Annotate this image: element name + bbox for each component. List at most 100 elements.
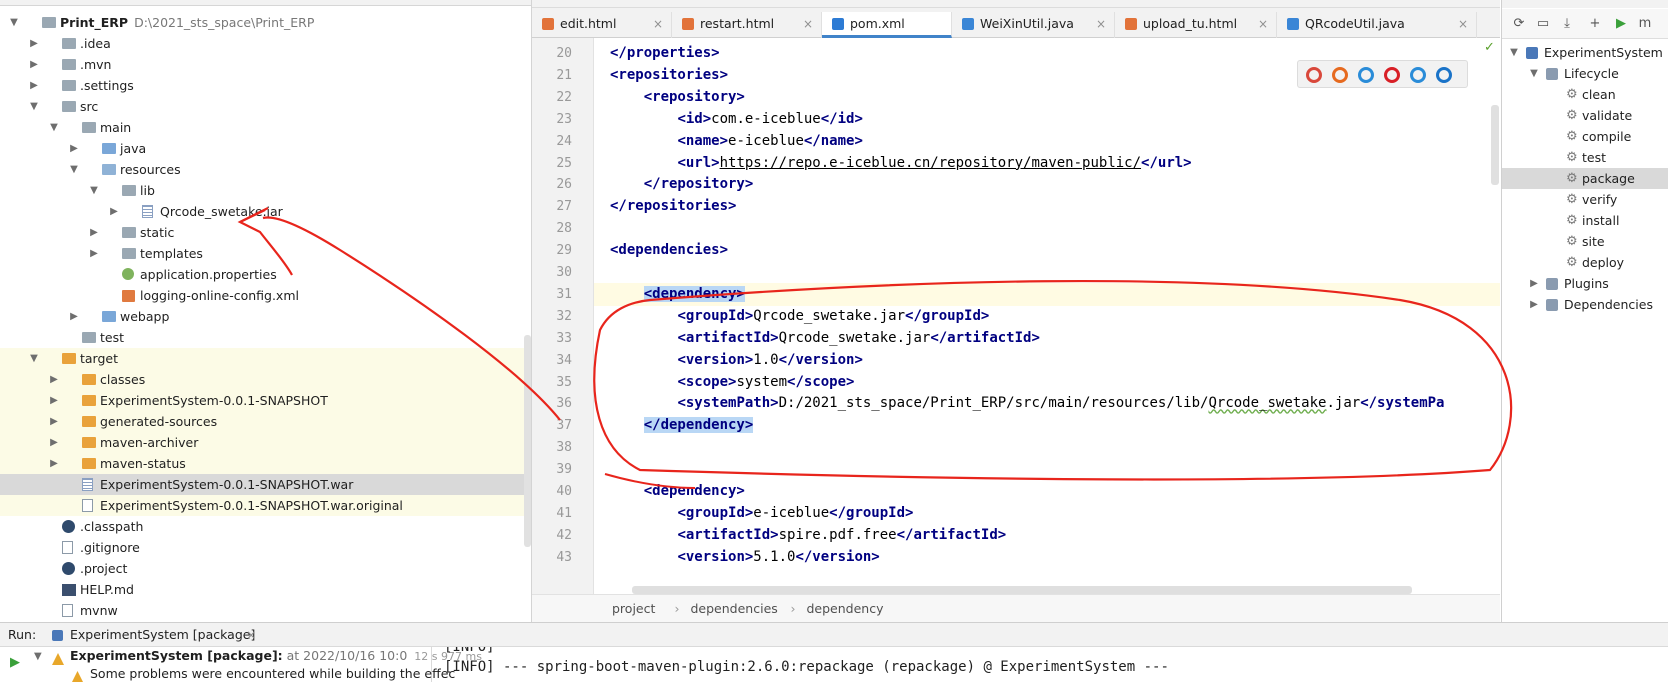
close-icon[interactable]: × [653,12,663,36]
tree-item[interactable]: logging-online-config.xml [0,285,531,306]
breadcrumb-item[interactable]: dependency [807,595,884,623]
tree-item[interactable]: ▶ classes [0,369,531,390]
tree-item[interactable]: ▶ static [0,222,531,243]
opera-icon[interactable] [1384,67,1400,83]
tree-item[interactable]: ▼ main [0,117,531,138]
maven-goal-compile[interactable]: ⚙ compile [1502,126,1668,147]
chevron-down-icon[interactable]: ▼ [28,348,40,369]
chevron-right-icon[interactable]: ▶ [48,411,60,432]
editor-vertical-scrollbar[interactable] [1491,105,1499,185]
tree-item[interactable]: ▶ ExperimentSystem-0.0.1-SNAPSHOT [0,390,531,411]
code-line[interactable] [594,217,1500,240]
tree-item[interactable]: ▶ .idea [0,33,531,54]
code-line[interactable]: </repositories> [594,195,1500,218]
chevron-right-icon[interactable]: ▶ [28,54,40,75]
maven-node[interactable]: ▶ Dependencies [1502,294,1668,315]
close-icon[interactable]: × [1096,12,1106,36]
code-line[interactable]: <name>e-iceblue</name> [594,130,1500,153]
code-line[interactable]: <version>5.1.0</version> [594,546,1500,569]
chevron-right-icon[interactable]: ▶ [1528,294,1540,315]
safari-icon[interactable] [1358,67,1374,83]
tree-item[interactable]: ▶ templates [0,243,531,264]
code-line[interactable]: <version>1.0</version> [594,349,1500,372]
chevron-down-icon[interactable]: ▼ [34,651,42,662]
chevron-down-icon[interactable]: ▼ [68,159,80,180]
tree-item[interactable]: ▼ target [0,348,531,369]
code-line[interactable] [594,436,1500,459]
tree-item[interactable]: application.properties [0,264,531,285]
chevron-down-icon[interactable]: ▼ [48,117,60,138]
tree-item[interactable]: ExperimentSystem-0.0.1-SNAPSHOT.war.orig… [0,495,531,516]
code-area[interactable]: </properties> <repositories> <repository>… [594,38,1500,594]
tree-item[interactable]: ▶ .settings [0,75,531,96]
chevron-down-icon[interactable]: ▼ [28,96,40,117]
chevron-right-icon[interactable]: ▶ [88,243,100,264]
maven-goal-site[interactable]: ⚙ site [1502,231,1668,252]
maven-goal-package[interactable]: ⚙ package [1502,168,1668,189]
tab-qrcodeutil-java[interactable]: QRcodeUtil.java × [1277,12,1477,38]
maven-goal-validate[interactable]: ⚙ validate [1502,105,1668,126]
maven-goal-test[interactable]: ⚙ test [1502,147,1668,168]
tree-item[interactable]: test [0,327,531,348]
firefox-icon[interactable] [1332,67,1348,83]
code-line[interactable]: <repository> [594,86,1500,109]
maven-node[interactable]: ▶ Plugins [1502,273,1668,294]
edge-icon[interactable] [1436,67,1452,83]
code-line[interactable]: <groupId>Qrcode_swetake.jar</groupId> [594,305,1500,328]
close-icon[interactable]: × [1258,12,1268,36]
tree-item[interactable]: ▼ src [0,96,531,117]
code-line[interactable]: <artifactId>spire.pdf.free</artifactId> [594,524,1500,547]
tree-item[interactable]: .classpath [0,516,531,537]
tree-item[interactable]: ▶ Qrcode_swetake.jar [0,201,531,222]
toggle-offline-icon[interactable]: m [1638,17,1652,31]
code-line[interactable]: <id>com.e-iceblue</id> [594,108,1500,131]
console-output[interactable]: [INFO] [INFO] --- spring-boot-maven-plug… [444,647,1664,682]
chevron-down-icon[interactable]: ▼ [8,12,20,33]
close-icon[interactable]: × [803,12,813,36]
chevron-right-icon[interactable]: ▶ [108,201,120,222]
maven-node[interactable]: ▼ ExperimentSystem [1502,42,1668,63]
reload-icon[interactable]: ⟳ [1512,17,1526,31]
tree-item[interactable]: .project [0,558,531,579]
tab-pom-xml[interactable]: pom.xml [822,12,952,38]
tree-item[interactable]: ▼ Print_ERP D:\2021_sts_space\Print_ERP [0,12,531,33]
chevron-down-icon[interactable]: ▼ [88,180,100,201]
run-task-title[interactable]: ExperimentSystem [package]: [70,648,283,663]
chevron-right-icon[interactable]: ▶ [48,432,60,453]
code-line[interactable]: <artifactId>Qrcode_swetake.jar</artifact… [594,327,1500,350]
code-line[interactable]: <groupId>e-iceblue</groupId> [594,502,1500,525]
maven-goal-deploy[interactable]: ⚙ deploy [1502,252,1668,273]
editor-horizontal-scrollbar[interactable] [632,586,1412,594]
code-line[interactable]: </dependency> [594,414,1500,437]
download-icon[interactable]: ⤓ [1560,17,1574,31]
ie-icon[interactable] [1410,67,1426,83]
run-icon[interactable]: ▶ [1614,17,1628,31]
chevron-right-icon[interactable]: ▶ [1528,273,1540,294]
tree-item[interactable]: ▶ .mvn [0,54,531,75]
code-line[interactable]: <dependencies> [594,239,1500,262]
tree-item[interactable]: ExperimentSystem-0.0.1-SNAPSHOT.war [0,474,531,495]
tab-weixinutil-java[interactable]: WeiXinUtil.java × [952,12,1115,38]
tree-item[interactable]: ▼ resources [0,159,531,180]
chevron-right-icon[interactable]: ▶ [68,306,80,327]
chevron-down-icon[interactable]: ▼ [1528,63,1540,84]
tree-item[interactable]: ▶ maven-archiver [0,432,531,453]
chevron-right-icon[interactable]: ▶ [28,33,40,54]
chevron-right-icon[interactable]: ▶ [88,222,100,243]
code-line[interactable]: <dependency> [594,480,1500,503]
code-line[interactable]: <dependency> [594,282,1500,306]
project-scrollbar[interactable] [524,335,531,547]
tree-item[interactable]: HELP.md [0,579,531,600]
code-line[interactable] [594,458,1500,481]
chevron-right-icon[interactable]: ▶ [68,138,80,159]
maven-goal-clean[interactable]: ⚙ clean [1502,84,1668,105]
code-line[interactable]: </repository> [594,173,1500,196]
tree-item[interactable]: mvnw [0,600,531,621]
close-icon[interactable]: × [1458,12,1468,36]
tab-edit-html[interactable]: edit.html × [532,12,672,38]
tree-item[interactable]: ▶ java [0,138,531,159]
chevron-right-icon[interactable]: ▶ [48,453,60,474]
code-line[interactable]: <systemPath>D:/2021_sts_space/Print_ERP/… [594,392,1500,415]
tree-item[interactable]: ▶ webapp [0,306,531,327]
add-icon[interactable]: + [1588,17,1602,31]
